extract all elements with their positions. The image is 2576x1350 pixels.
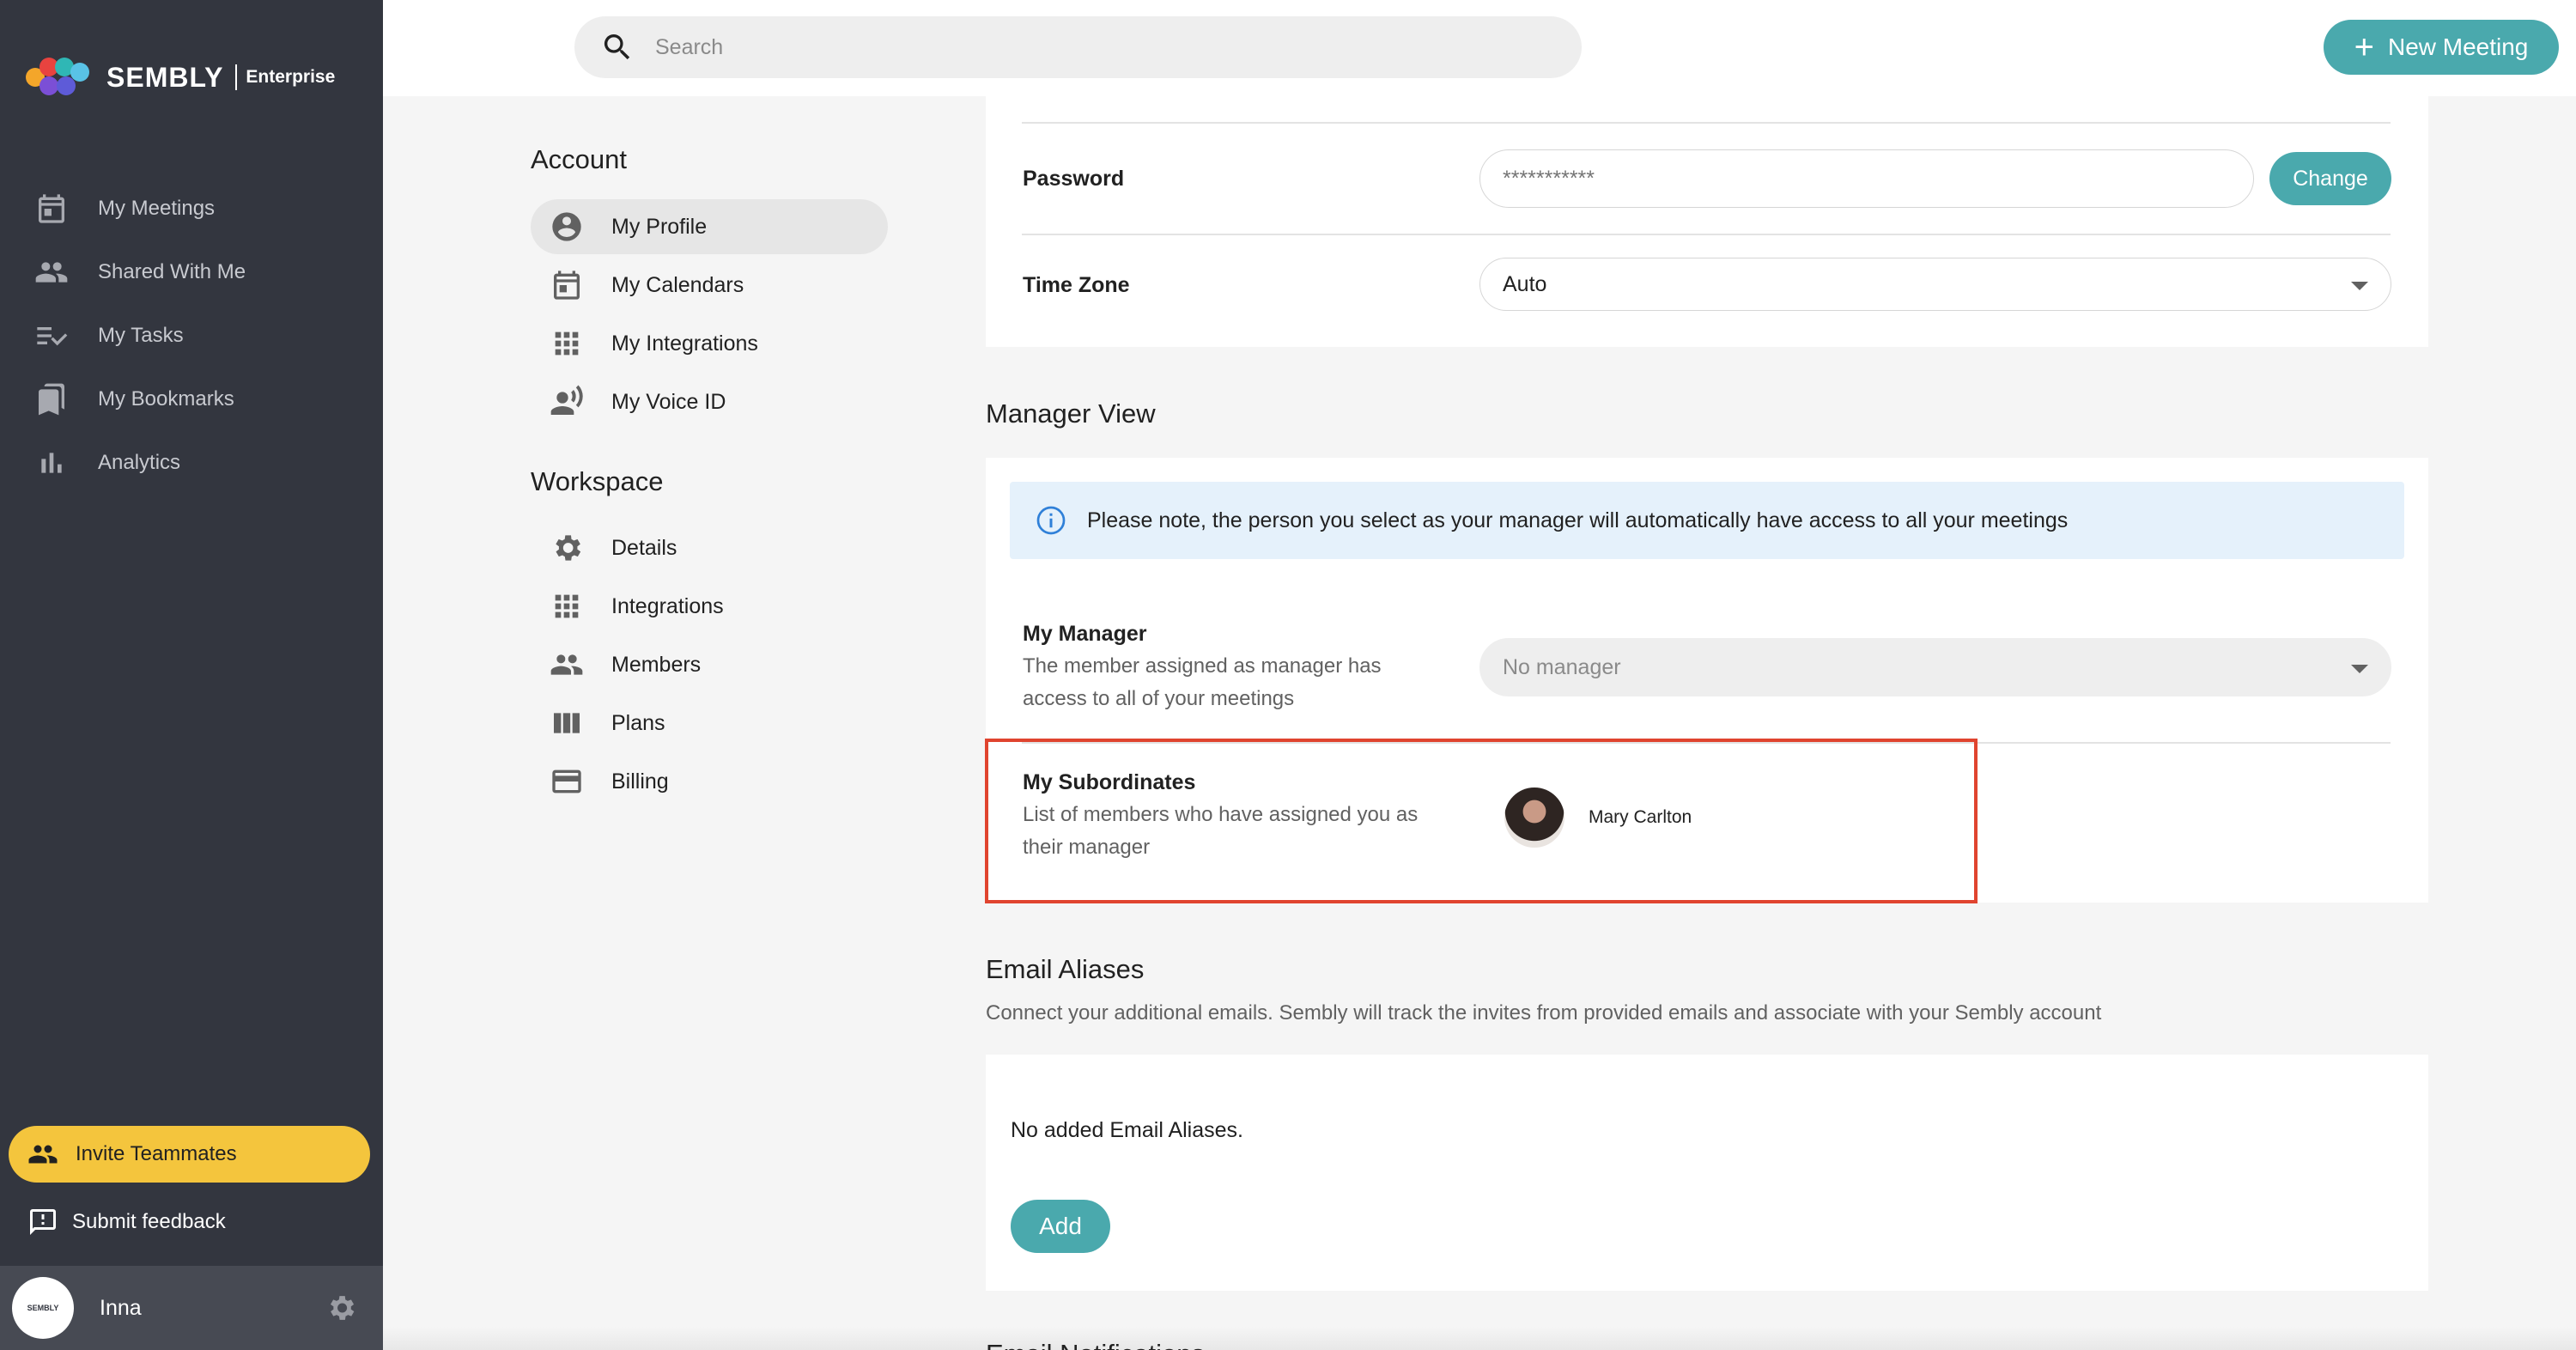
sidebar-item-label: My Bookmarks (98, 387, 234, 410)
settings-item-label: Details (611, 535, 677, 560)
bottom-fade (383, 1327, 2576, 1350)
sidebar-nav: My Meetings Shared With Me My Tasks My B… (0, 177, 383, 495)
people-icon (28, 1145, 58, 1164)
timezone-label: Time Zone (1023, 273, 1130, 297)
invite-label: Invite Teammates (76, 1142, 237, 1165)
sidebar-item-label: My Tasks (98, 324, 184, 347)
search-bar[interactable] (574, 16, 1582, 78)
divider (1022, 122, 2391, 124)
user-bar: SEMBLY Inna (0, 1266, 383, 1350)
topbar: + New Meeting (383, 0, 2576, 96)
email-aliases-description: Connect your additional emails. Sembly w… (986, 1001, 2102, 1025)
my-manager-label: My Manager (1023, 622, 1147, 646)
change-password-button[interactable]: Change (2269, 152, 2391, 205)
settings-item-label: Integrations (611, 593, 724, 618)
sidebar: SEMBLY Enterprise My Meetings Shared Wit… (0, 0, 383, 1350)
manager-view-title: Manager View (986, 398, 1156, 429)
manager-info-text: Please note, the person you select as yo… (1087, 508, 2069, 532)
voice-id-icon (550, 385, 583, 415)
logo[interactable]: SEMBLY Enterprise (26, 53, 335, 101)
calendar-icon (554, 271, 580, 300)
bookmark-icon (39, 383, 64, 416)
account-circle-icon (552, 212, 581, 241)
submit-feedback-link[interactable]: Submit feedback (27, 1207, 226, 1238)
settings-item-label: Billing (611, 769, 669, 794)
brand-edition: Enterprise (246, 67, 336, 87)
manager-info-banner: Please note, the person you select as yo… (1010, 482, 2404, 559)
settings-item-billing[interactable]: Billing (531, 754, 888, 809)
settings-item-integrations[interactable]: Integrations (531, 579, 888, 634)
settings-item-my-integrations[interactable]: My Integrations (531, 316, 888, 371)
tasks-icon (37, 327, 68, 346)
password-label: Password (1023, 167, 1125, 191)
feedback-icon (30, 1209, 56, 1235)
email-aliases-empty: No added Email Aliases. (1011, 1118, 1243, 1142)
logo-mark-icon (26, 56, 91, 99)
bar-chart-icon (41, 453, 62, 473)
sidebar-item-shared-with-me[interactable]: Shared With Me (0, 240, 383, 304)
user-name: Inna (100, 1295, 142, 1320)
workspace-section-title: Workspace (531, 466, 664, 496)
feedback-label: Submit feedback (72, 1210, 226, 1233)
apps-grid-icon (555, 594, 579, 618)
plus-icon: + (2354, 28, 2374, 66)
email-notifications-title: Email Notifications (986, 1337, 1205, 1350)
invite-teammates-button[interactable]: Invite Teammates (9, 1126, 370, 1183)
settings-item-details[interactable]: Details (531, 520, 888, 575)
gear-icon[interactable] (325, 1292, 357, 1324)
info-icon (1036, 506, 1066, 535)
chevron-down-icon (2351, 665, 2368, 673)
brand-divider (235, 64, 238, 90)
sidebar-item-my-meetings[interactable]: My Meetings (0, 177, 383, 240)
sidebar-item-label: My Meetings (98, 197, 216, 220)
avatar[interactable]: SEMBLY (12, 1277, 74, 1339)
profile-card: Password *********** Change Time Zone Au… (986, 96, 2428, 347)
gear-icon (556, 535, 581, 561)
columns-icon (554, 713, 580, 733)
settings-item-members[interactable]: Members (531, 637, 888, 692)
search-icon (604, 34, 630, 60)
brand-name: SEMBLY (106, 61, 224, 93)
sidebar-item-label: Shared With Me (98, 260, 246, 283)
chevron-down-icon (2351, 282, 2368, 290)
sidebar-item-analytics[interactable]: Analytics (0, 431, 383, 495)
apps-grid-icon (555, 331, 579, 356)
manager-select[interactable]: No manager (1479, 638, 2391, 696)
password-field[interactable]: *********** (1479, 149, 2254, 208)
people-icon (550, 654, 583, 675)
settings-item-my-voice-id[interactable]: My Voice ID (531, 374, 888, 429)
settings-item-label: My Profile (611, 214, 708, 239)
search-input[interactable] (655, 34, 1428, 60)
timezone-value: Auto (1503, 271, 1547, 296)
email-aliases-title: Email Aliases (986, 954, 1145, 984)
sidebar-item-label: Analytics (98, 451, 181, 474)
add-email-alias-button[interactable]: Add (1011, 1200, 1110, 1253)
new-meeting-button[interactable]: + New Meeting (2324, 20, 2559, 75)
timezone-select[interactable]: Auto (1479, 258, 2391, 311)
calendar-icon (39, 194, 64, 223)
settings-item-label: Members (611, 652, 702, 677)
new-meeting-label: New Meeting (2387, 33, 2529, 60)
my-manager-description: The member assigned as manager has acces… (1023, 654, 1382, 710)
account-section-title: Account (531, 144, 628, 174)
subordinates-highlight-box (985, 739, 1978, 903)
settings-item-my-calendars[interactable]: My Calendars (531, 258, 888, 313)
sidebar-item-my-tasks[interactable]: My Tasks (0, 304, 383, 368)
people-icon (35, 262, 68, 283)
settings-item-label: My Voice ID (611, 389, 726, 414)
divider (1022, 234, 2391, 235)
email-aliases-card: No added Email Aliases. Add (986, 1055, 2428, 1291)
sidebar-item-my-bookmarks[interactable]: My Bookmarks (0, 368, 383, 431)
manager-select-value: No manager (1503, 654, 1621, 679)
settings-item-label: My Integrations (611, 331, 758, 356)
settings-item-plans[interactable]: Plans (531, 696, 888, 751)
credit-card-icon (552, 769, 581, 794)
settings-item-my-profile[interactable]: My Profile (531, 199, 888, 254)
settings-item-label: My Calendars (611, 272, 744, 297)
settings-item-label: Plans (611, 710, 665, 735)
